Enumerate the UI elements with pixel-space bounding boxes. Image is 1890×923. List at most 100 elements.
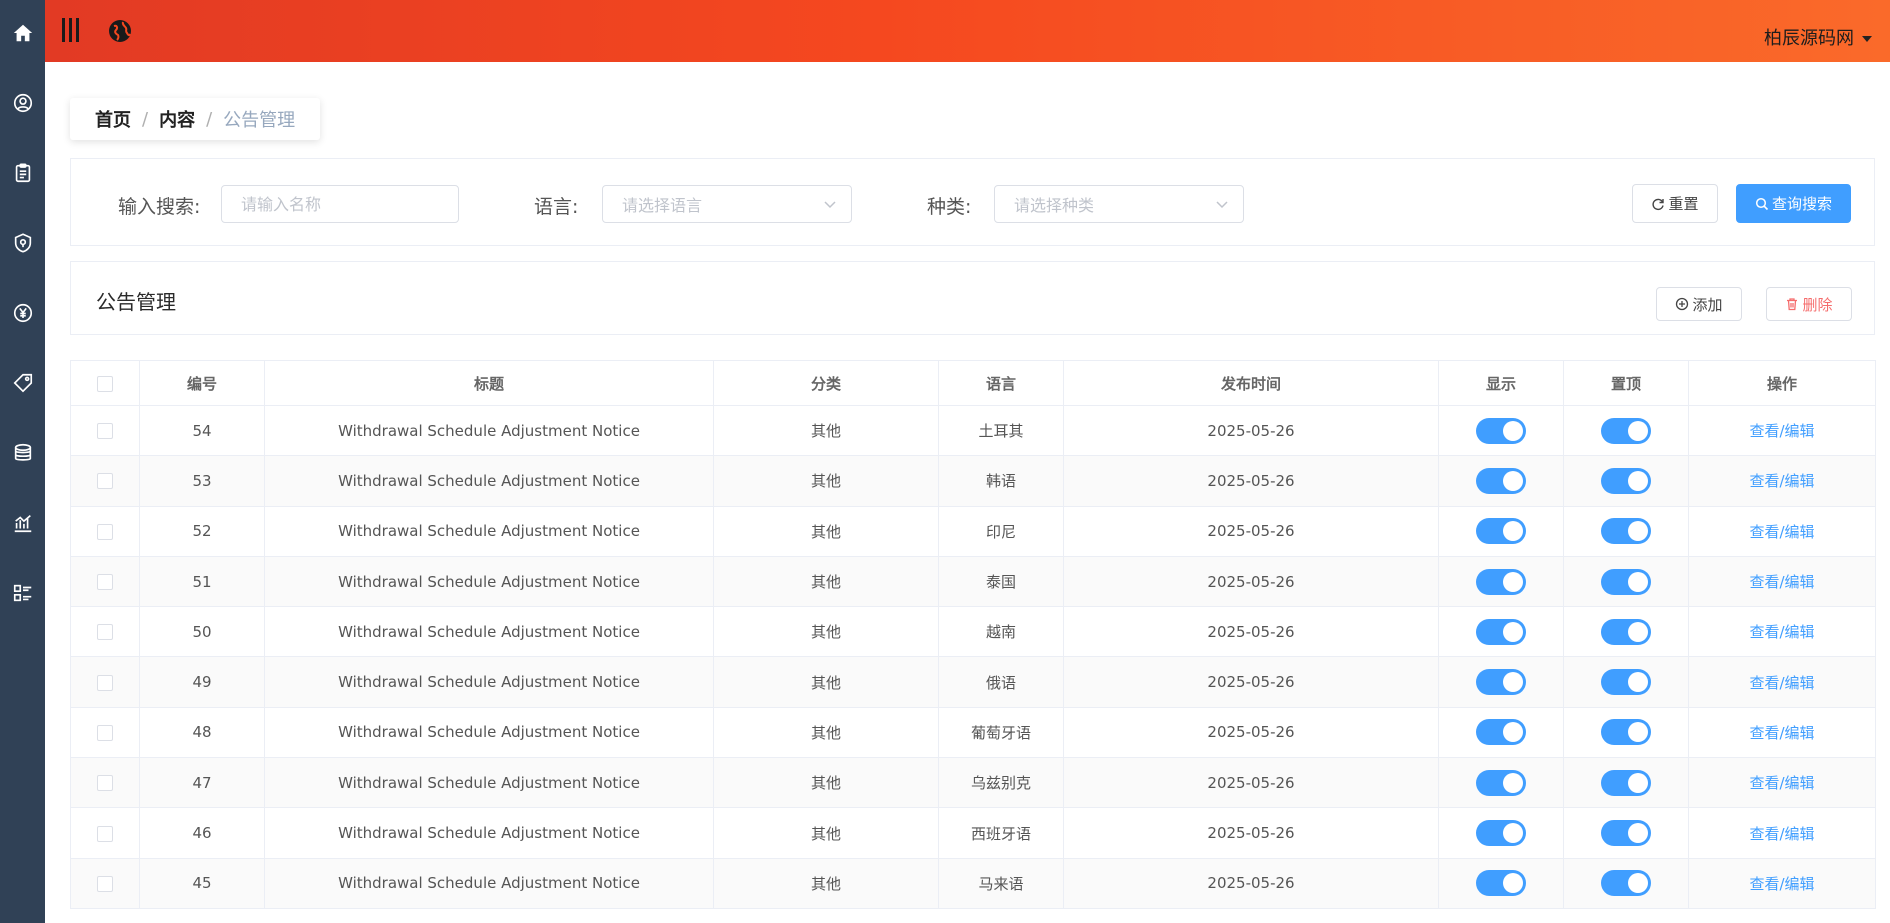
pinned-toggle[interactable] bbox=[1601, 618, 1651, 645]
reset-button[interactable]: 重置 bbox=[1632, 184, 1718, 223]
show-toggle[interactable] bbox=[1476, 417, 1526, 444]
category-cell: 其他 bbox=[713, 857, 939, 909]
list-icon[interactable] bbox=[0, 573, 45, 613]
tag-icon[interactable] bbox=[0, 363, 45, 403]
globe-icon[interactable] bbox=[107, 18, 133, 44]
clipboard-icon[interactable] bbox=[0, 153, 45, 193]
yuan-icon[interactable] bbox=[0, 293, 45, 333]
table-row: 46 Withdrawal Schedule Adjustment Notice 其… bbox=[70, 807, 1876, 859]
title-cell: Withdrawal Schedule Adjustment Notice bbox=[264, 807, 714, 859]
pinned-toggle[interactable] bbox=[1601, 719, 1651, 746]
home-icon[interactable] bbox=[0, 13, 45, 53]
coins-icon[interactable] bbox=[0, 433, 45, 473]
row-checkbox[interactable] bbox=[97, 473, 113, 490]
row-checkbox[interactable] bbox=[97, 875, 113, 892]
show-toggle[interactable] bbox=[1476, 820, 1526, 847]
pinned-cell bbox=[1563, 656, 1689, 708]
title-cell: Withdrawal Schedule Adjustment Notice bbox=[264, 404, 714, 457]
search-icon bbox=[1755, 197, 1769, 210]
view-edit-link[interactable]: 查看/编辑 bbox=[1749, 774, 1814, 792]
hamburger-icon[interactable] bbox=[60, 17, 82, 43]
view-edit-link[interactable]: 查看/编辑 bbox=[1749, 472, 1814, 490]
chart-icon[interactable] bbox=[0, 503, 45, 543]
action-cell: 查看/编辑 bbox=[1688, 807, 1876, 859]
select-all-checkbox[interactable] bbox=[97, 375, 113, 392]
refresh-icon bbox=[1652, 198, 1665, 210]
view-edit-link[interactable]: 查看/编辑 bbox=[1749, 623, 1814, 641]
pinned-toggle[interactable] bbox=[1601, 568, 1651, 595]
category-cell: 其他 bbox=[713, 404, 939, 457]
row-checkbox[interactable] bbox=[97, 775, 113, 792]
delete-button[interactable]: 删除 bbox=[1766, 287, 1852, 321]
title-cell: Withdrawal Schedule Adjustment Notice bbox=[264, 606, 714, 658]
search-label: 查询搜索 bbox=[1771, 195, 1832, 213]
language-cell: 韩语 bbox=[938, 455, 1064, 507]
show-toggle[interactable] bbox=[1476, 769, 1526, 796]
breadcrumb-home[interactable]: 首页 bbox=[95, 106, 131, 132]
pinned-toggle[interactable] bbox=[1601, 870, 1651, 897]
user-menu[interactable]: 柏辰源码网 bbox=[1764, 24, 1872, 50]
add-button[interactable]: 添加 bbox=[1656, 287, 1742, 321]
date-cell: 2025-05-26 bbox=[1063, 706, 1439, 759]
table-row: 50 Withdrawal Schedule Adjustment Notice 其… bbox=[70, 606, 1876, 658]
breadcrumb: 首页 / 内容 / 公告管理 bbox=[70, 98, 321, 140]
search-button[interactable]: 查询搜索 bbox=[1736, 184, 1851, 223]
view-edit-link[interactable]: 查看/编辑 bbox=[1749, 825, 1814, 843]
action-cell: 查看/编辑 bbox=[1688, 757, 1876, 809]
show-toggle[interactable] bbox=[1476, 870, 1526, 897]
action-cell: 查看/编辑 bbox=[1688, 505, 1876, 557]
keyword-input[interactable] bbox=[221, 185, 459, 223]
show-toggle[interactable] bbox=[1476, 618, 1526, 645]
pinned-toggle[interactable] bbox=[1601, 669, 1651, 696]
pinned-cell bbox=[1563, 606, 1689, 658]
show-toggle[interactable] bbox=[1476, 669, 1526, 696]
column-header: 分类 bbox=[713, 360, 939, 406]
column-header: 置顶 bbox=[1563, 360, 1689, 406]
language-cell: 西班牙语 bbox=[938, 807, 1064, 859]
table-row: 54 Withdrawal Schedule Adjustment Notice 其… bbox=[70, 404, 1876, 457]
pinned-toggle[interactable] bbox=[1601, 518, 1651, 545]
column-header: 显示 bbox=[1438, 360, 1564, 406]
show-toggle[interactable] bbox=[1476, 518, 1526, 545]
category-placeholder: 请选择种类 bbox=[1014, 196, 1095, 215]
language-select[interactable]: 请选择语言 bbox=[602, 185, 852, 223]
row-checkbox[interactable] bbox=[97, 724, 113, 741]
view-edit-link[interactable]: 查看/编辑 bbox=[1749, 573, 1814, 591]
row-checkbox[interactable] bbox=[97, 574, 113, 591]
view-edit-link[interactable]: 查看/编辑 bbox=[1749, 724, 1814, 742]
show-toggle[interactable] bbox=[1476, 467, 1526, 494]
select-cell bbox=[70, 606, 140, 658]
row-checkbox[interactable] bbox=[97, 674, 113, 691]
view-edit-link[interactable]: 查看/编辑 bbox=[1749, 875, 1814, 893]
action-cell: 查看/编辑 bbox=[1688, 656, 1876, 708]
language-cell: 俄语 bbox=[938, 656, 1064, 708]
pinned-toggle[interactable] bbox=[1601, 417, 1651, 444]
user-circle-icon[interactable] bbox=[0, 83, 45, 123]
toolbar-panel: 公告管理 添加 删除 bbox=[70, 261, 1875, 335]
select-cell bbox=[70, 706, 140, 759]
announcement-table: 编号 标题 分类 语言 发布时间 显示 置顶 操作 54 Withdrawal S… bbox=[70, 360, 1876, 909]
shield-icon[interactable] bbox=[0, 223, 45, 263]
pinned-toggle[interactable] bbox=[1601, 769, 1651, 796]
row-checkbox[interactable] bbox=[97, 825, 113, 842]
id-cell: 50 bbox=[139, 606, 265, 658]
row-checkbox[interactable] bbox=[97, 624, 113, 641]
add-label: 添加 bbox=[1692, 295, 1723, 314]
pinned-toggle[interactable] bbox=[1601, 820, 1651, 847]
pinned-cell bbox=[1563, 807, 1689, 859]
pinned-toggle[interactable] bbox=[1601, 467, 1651, 494]
row-checkbox[interactable] bbox=[97, 423, 113, 440]
user-name: 柏辰源码网 bbox=[1764, 28, 1854, 49]
view-edit-link[interactable]: 查看/编辑 bbox=[1749, 422, 1814, 440]
show-toggle[interactable] bbox=[1476, 568, 1526, 595]
view-edit-link[interactable]: 查看/编辑 bbox=[1749, 674, 1814, 692]
search-panel: 输入搜索: 语言: 请选择语言 种类: 请选择种类 重置 查询搜索 bbox=[70, 158, 1875, 246]
row-checkbox[interactable] bbox=[97, 523, 113, 540]
show-toggle[interactable] bbox=[1476, 719, 1526, 746]
action-cell: 查看/编辑 bbox=[1688, 555, 1876, 608]
sidebar bbox=[0, 0, 45, 923]
category-select[interactable]: 请选择种类 bbox=[994, 185, 1244, 223]
breadcrumb-section[interactable]: 内容 bbox=[159, 106, 195, 132]
view-edit-link[interactable]: 查看/编辑 bbox=[1749, 523, 1814, 541]
language-cell: 马来语 bbox=[938, 857, 1064, 909]
